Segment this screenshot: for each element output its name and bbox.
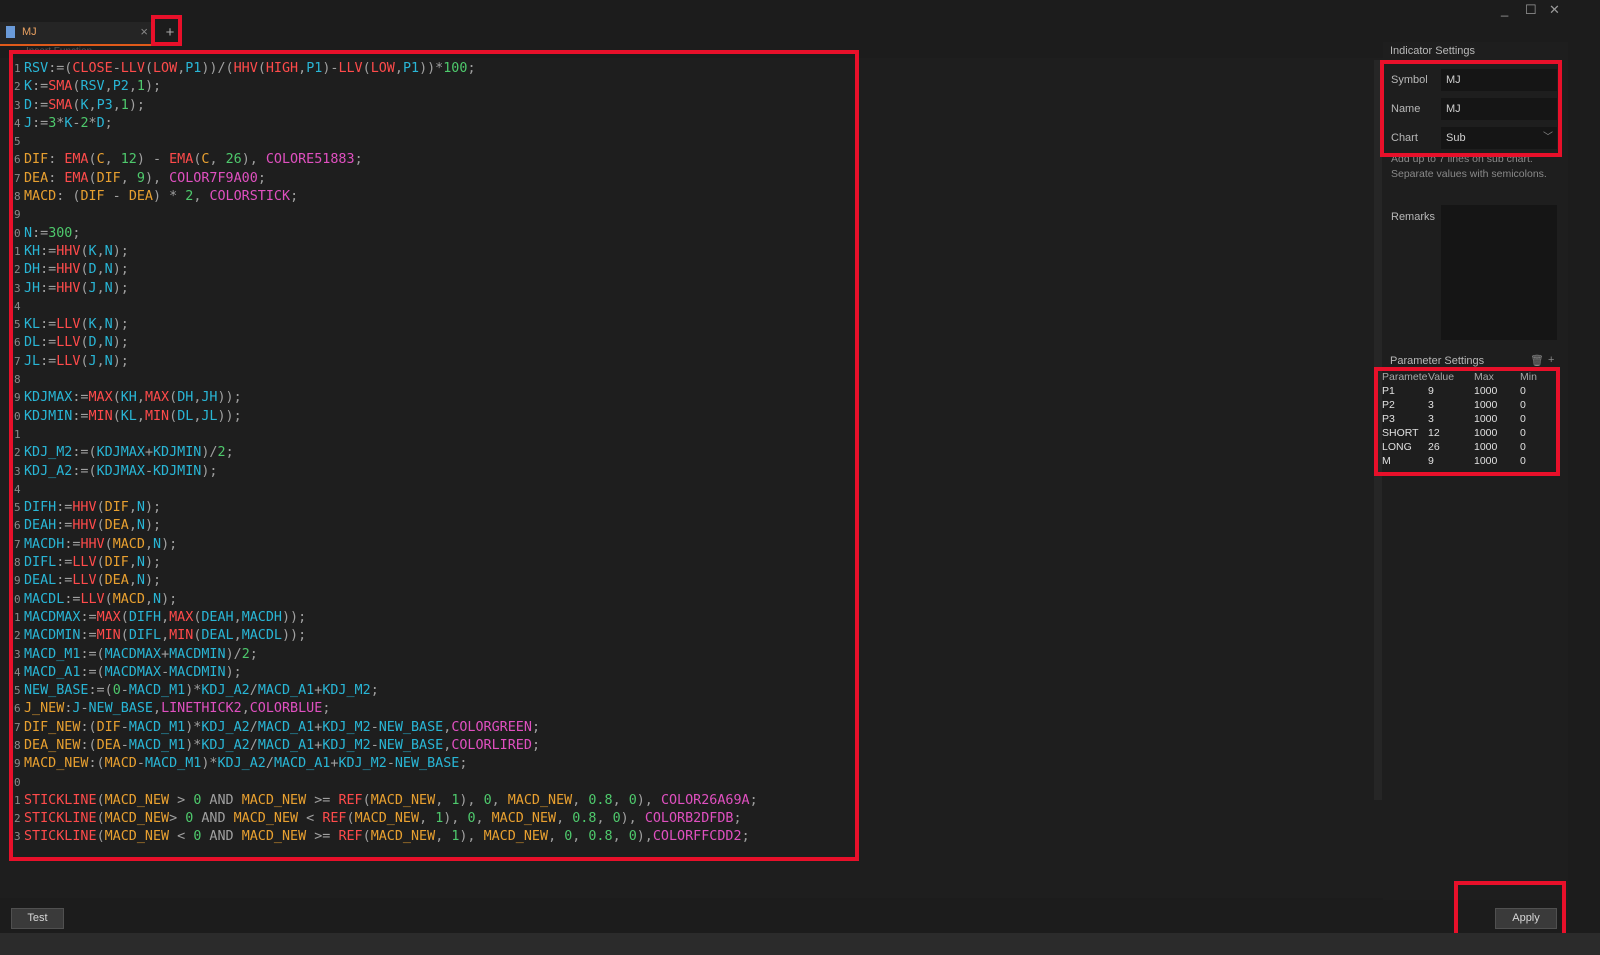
document-icon: [6, 26, 15, 38]
callout-add-tab: [151, 15, 182, 46]
close-window-icon[interactable]: ✕: [1549, 2, 1560, 18]
title-bar: MJ × + _ ☐ ✕: [0, 0, 1600, 46]
callout-parameters: [1374, 367, 1560, 476]
tab-label: MJ: [22, 26, 37, 38]
callout-code: [9, 50, 859, 861]
chart-hint-line-2: Separate values with semicolons.: [1391, 168, 1547, 180]
test-button[interactable]: Test: [11, 908, 64, 929]
tab-mj[interactable]: MJ ×: [0, 22, 154, 46]
remarks-field[interactable]: [1441, 205, 1557, 340]
apply-button[interactable]: Apply: [1495, 908, 1557, 929]
trash-icon[interactable]: 🗑: [1530, 354, 1544, 367]
remarks-label: Remarks: [1391, 211, 1436, 223]
callout-indicator-fields: [1380, 60, 1562, 157]
close-tab-icon[interactable]: ×: [140, 24, 148, 39]
parameter-settings-title: Parameter Settings: [1390, 355, 1485, 367]
status-bar: [0, 933, 1600, 955]
indicator-settings-title: Indicator Settings: [1390, 45, 1475, 57]
add-parameter-icon[interactable]: +: [1548, 354, 1554, 366]
minimize-icon[interactable]: _: [1501, 2, 1508, 17]
maximize-icon[interactable]: ☐: [1525, 2, 1537, 18]
